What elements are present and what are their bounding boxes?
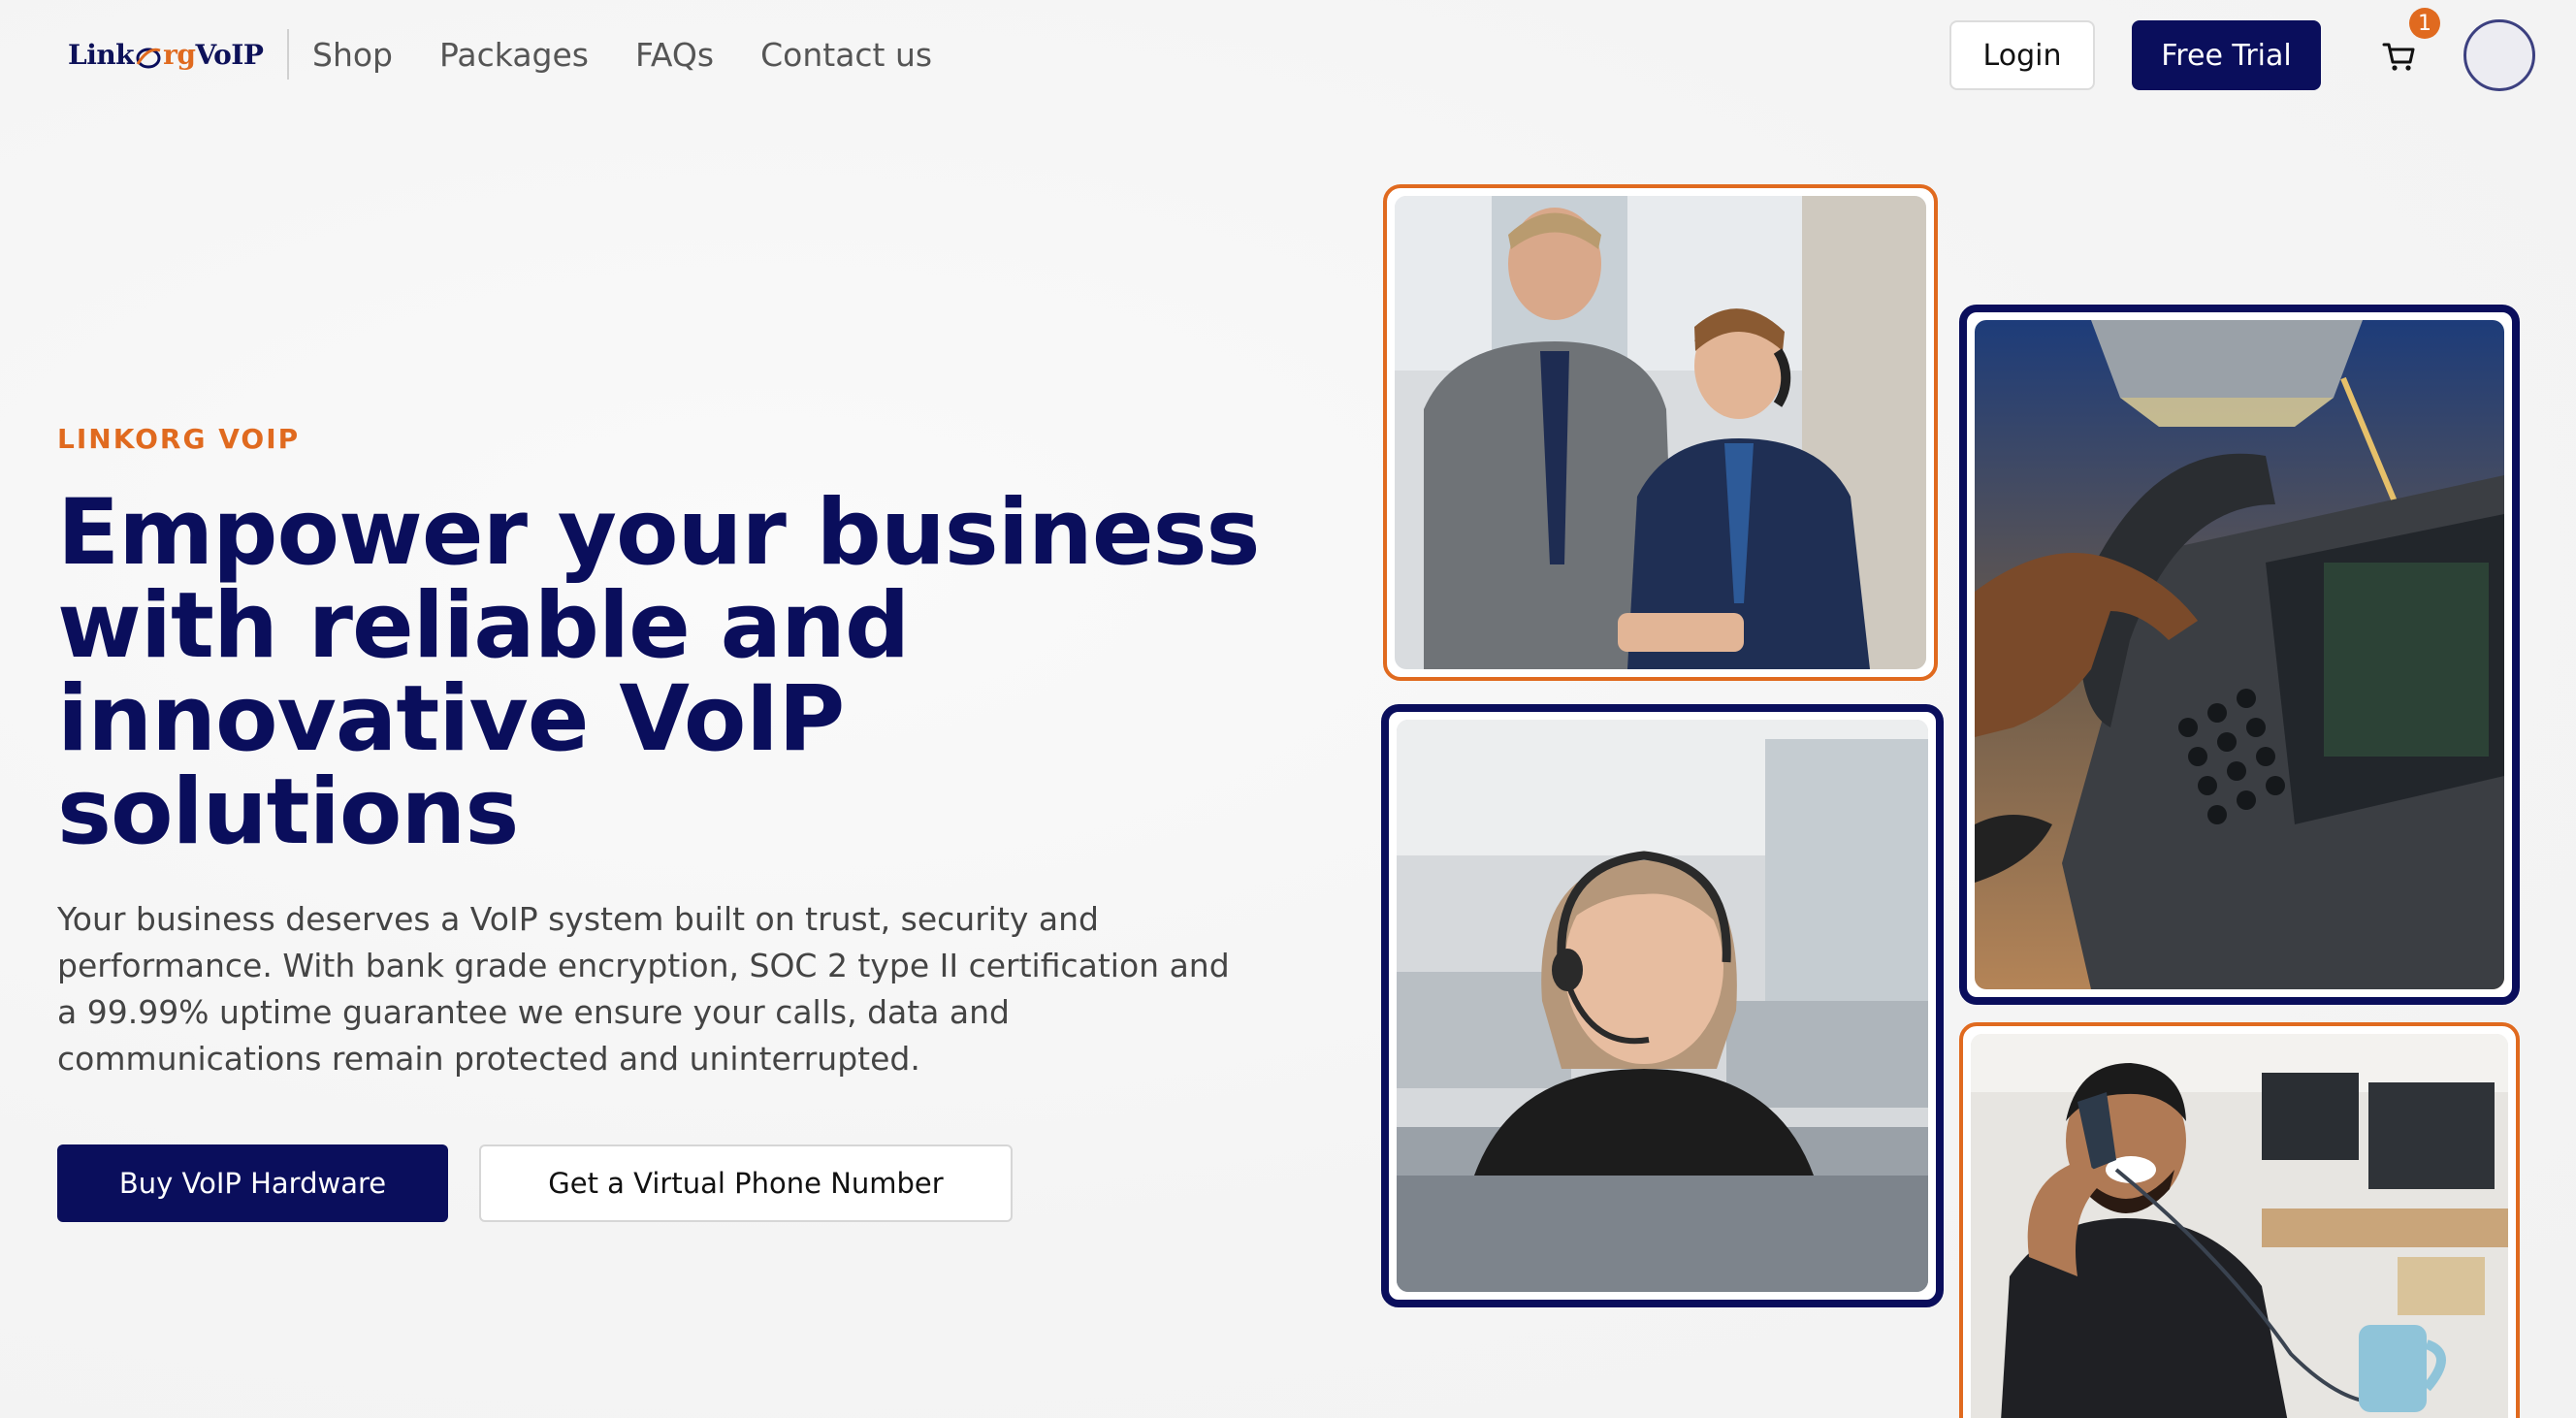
nav-packages[interactable]: Packages xyxy=(439,36,589,74)
buy-voip-hardware-button[interactable]: Buy VoIP Hardware xyxy=(57,1144,448,1222)
hero-headline: Empower your business with reliable and … xyxy=(57,480,1261,865)
cart-icon[interactable] xyxy=(2378,35,2421,78)
nav-shop[interactable]: Shop xyxy=(312,36,393,74)
site-header: Link rgVoIP Shop Packages FAQs Contact u… xyxy=(0,0,2576,111)
nav-divider xyxy=(287,29,289,80)
tile-two-men-laptop xyxy=(1383,184,1938,681)
woman-with-headset-photo xyxy=(1397,720,1928,1292)
tile-woman-headset xyxy=(1381,704,1944,1307)
page: Link rgVoIP Shop Packages FAQs Contact u… xyxy=(0,0,2576,1418)
man-laughing-on-phone-photo xyxy=(1971,1034,2508,1418)
user-avatar[interactable] xyxy=(2463,19,2535,91)
cart-count-badge: 1 xyxy=(2409,8,2440,39)
nav-contact[interactable]: Contact us xyxy=(760,36,932,74)
tile-desk-phone xyxy=(1959,305,2520,1005)
virtual-phone-number-button[interactable]: Get a Virtual Phone Number xyxy=(479,1144,1013,1222)
login-button[interactable]: Login xyxy=(1949,20,2095,90)
brand-logo[interactable]: Link rgVoIP xyxy=(68,31,264,80)
hero-body: Your business deserves a VoIP system bui… xyxy=(57,900,1230,1078)
free-trial-button[interactable]: Free Trial xyxy=(2132,20,2321,90)
tile-man-laughing xyxy=(1959,1022,2520,1418)
desk-phone-handset-photo xyxy=(1975,320,2504,989)
hero-eyebrow: LINKORG VOIP xyxy=(57,423,301,455)
logo-swoosh-icon xyxy=(134,43,163,72)
logo-text: Link rgVoIP xyxy=(68,39,264,72)
main-nav: Shop Packages FAQs Contact us xyxy=(312,29,932,80)
two-men-at-laptop-photo xyxy=(1395,196,1926,669)
nav-faqs[interactable]: FAQs xyxy=(635,36,714,74)
